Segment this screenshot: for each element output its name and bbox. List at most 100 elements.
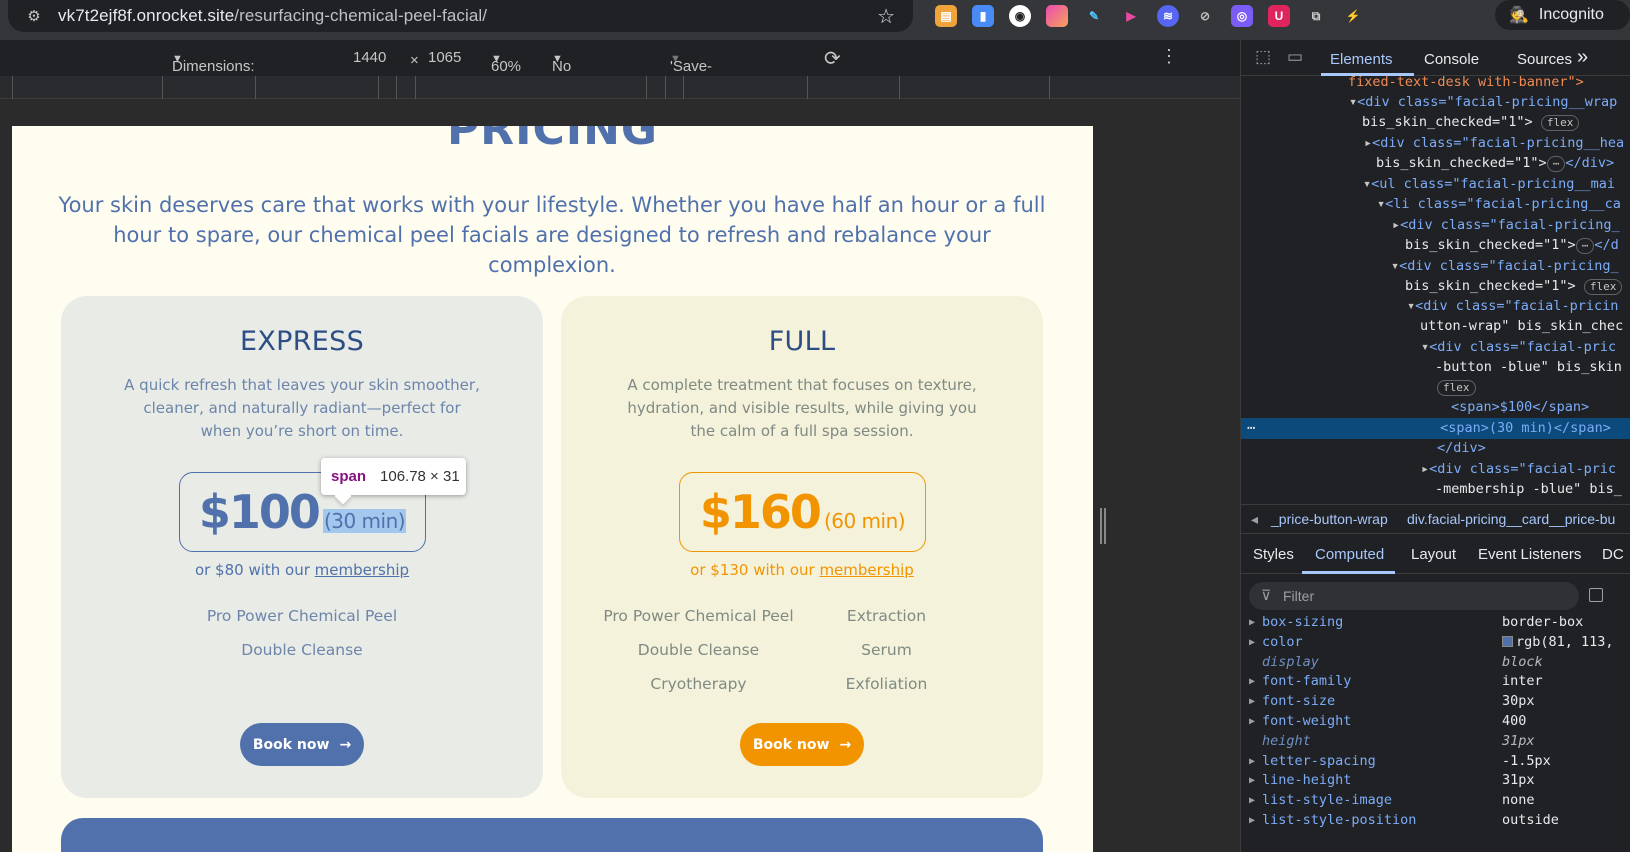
computed-property-row[interactable]: ▶ letter-spacing -1.5px [1241, 753, 1630, 773]
computed-property-row[interactable]: ▶ color rgb(81, 113, [1241, 634, 1630, 654]
performance-icon[interactable]: ⚡ [1342, 5, 1364, 27]
dom-node-selected[interactable]: ⋯ <span>(30 min)</span> [1241, 418, 1630, 439]
expand-triangle-icon[interactable]: ▶ [1249, 775, 1255, 786]
subtab-event-listeners[interactable]: Event Listeners [1478, 546, 1581, 563]
dom-node[interactable]: ▾<div class="facial-pricin [1407, 296, 1618, 317]
rotate-icon[interactable]: ⟳ [824, 46, 841, 71]
membership-link[interactable]: membership [819, 561, 913, 579]
expand-triangle-icon[interactable]: ▶ [1249, 676, 1255, 687]
expand-triangle-icon[interactable]: ▶ [1249, 617, 1255, 628]
dom-node[interactable]: fixed-text-desk with-banner"> [1348, 76, 1584, 93]
show-all-checkbox[interactable] [1589, 588, 1603, 602]
computed-filter-input[interactable]: ⊽ Filter [1249, 582, 1579, 610]
breadcrumb-item[interactable]: _price-button-wrap [1271, 511, 1388, 527]
dom-node[interactable]: utton-wrap" bis_skin_chec [1420, 316, 1623, 337]
expand-triangle-icon[interactable]: ▶ [1249, 637, 1255, 648]
dom-node[interactable]: -button -blue" bis_skin [1435, 357, 1622, 378]
subtab-styles[interactable]: Styles [1253, 546, 1294, 563]
device-toggle-icon[interactable]: ▭ [1287, 47, 1309, 69]
zoom-select[interactable]: 60% ▼ [491, 49, 521, 75]
expand-triangle-icon[interactable]: ▶ [1249, 696, 1255, 707]
flex-badge[interactable]: flex [1583, 279, 1623, 295]
computed-property-row[interactable]: ▶ font-size 30px [1241, 693, 1630, 713]
color-picker-icon[interactable]: ✎ [1083, 5, 1105, 27]
membership-link[interactable]: membership [315, 561, 409, 579]
expand-triangle-icon[interactable]: ▶ [1249, 815, 1255, 826]
dom-node[interactable]: -membership -blue" bis_ [1435, 479, 1622, 500]
dom-node[interactable]: ▾<div class="facial-pric [1421, 337, 1616, 358]
dom-node[interactable]: ▾<div class="facial-pricing__wrap [1349, 92, 1617, 113]
computed-property-row[interactable]: ▶ line-height 31px [1241, 772, 1630, 792]
computed-property-value: border-box [1502, 614, 1583, 630]
url-text[interactable]: vk7t2ejf8f.onrocket.site/resurfacing-che… [58, 6, 487, 26]
video-extension-icon[interactable]: ▶ [1120, 5, 1142, 27]
media-query-ruler[interactable] [0, 76, 1240, 99]
tab-console[interactable]: Console [1424, 51, 1479, 68]
inspect-element-icon[interactable]: ⬚ [1255, 47, 1277, 69]
extension-icon-3[interactable]: ◉ [1009, 5, 1031, 27]
extension-icon-9[interactable]: ◎ [1231, 5, 1253, 27]
tab-sources[interactable]: Sources [1517, 51, 1572, 68]
dom-node[interactable]: bis_skin_checked="1"> flex [1362, 112, 1580, 133]
flex-badge[interactable]: flex [1540, 115, 1580, 131]
extension-icon-2[interactable]: ▮ [972, 5, 994, 27]
more-options-icon[interactable]: ⋮ [1160, 46, 1178, 67]
dimensions-select[interactable]: Dimensions: Responsive ▼ [172, 49, 255, 92]
more-tabs-icon[interactable]: » [1577, 46, 1588, 69]
computed-property-row[interactable]: ▶ list-style-position outside [1241, 812, 1630, 832]
computed-property-row[interactable]: display block [1241, 654, 1630, 674]
dom-node[interactable]: ▾<li class="facial-pricing__ca [1377, 194, 1621, 215]
computed-property-row[interactable]: ▶ font-family inter [1241, 673, 1630, 693]
device-toolbar: Dimensions: Responsive ▼ 1440 × 1065 60%… [0, 40, 1240, 109]
book-now-button[interactable]: Book now → [740, 723, 864, 766]
shield-extension-icon[interactable]: U [1268, 5, 1290, 27]
dom-node[interactable]: ▸<div class="facial-pricing__hea [1364, 133, 1624, 154]
computed-property-row[interactable]: ▶ list-style-image none [1241, 792, 1630, 812]
computed-property-row[interactable]: ▶ font-weight 400 [1241, 713, 1630, 733]
dom-node[interactable]: ▾<div class="facial-pricing_ [1391, 256, 1619, 277]
dom-node[interactable]: ▾<ul class="facial-pricing__mai [1363, 174, 1615, 195]
site-settings-icon[interactable]: ⚙ [24, 6, 44, 26]
dom-node[interactable]: bis_skin_checked="1"> ⋯ </div> [1376, 153, 1614, 174]
book-now-button[interactable]: Book now → [240, 723, 364, 766]
viewport-width-input[interactable]: 1440 [353, 49, 386, 66]
dom-node[interactable]: flex [1437, 377, 1476, 398]
subtab-dom-breakpoints[interactable]: DC [1602, 546, 1624, 563]
extensions-puzzle-icon[interactable]: ⧉ [1305, 5, 1327, 27]
price-button[interactable]: $160 (60 min) [679, 472, 926, 552]
computed-property-row[interactable]: height 31px [1241, 733, 1630, 753]
expand-triangle-icon[interactable]: ▶ [1249, 716, 1255, 727]
incognito-icon: 🕵 [1509, 7, 1529, 24]
color-swatch[interactable] [1502, 635, 1513, 647]
dom-node[interactable]: </div> [1437, 438, 1486, 459]
address-bar[interactable]: ⚙ vk7t2ejf8f.onrocket.site/resurfacing-c… [8, 0, 913, 32]
throttling-select[interactable]: No throttling ▼ [552, 49, 610, 92]
flex-badge[interactable]: flex [1437, 380, 1476, 396]
dom-node[interactable]: bis_skin_checked="1"> ⋯ </d [1405, 235, 1619, 256]
compass-icon[interactable]: ⊘ [1194, 5, 1216, 27]
dom-node[interactable]: ▸<div class="facial-pricing_ [1392, 215, 1620, 236]
computed-property-name: font-family [1262, 673, 1352, 690]
subtab-layout[interactable]: Layout [1411, 546, 1456, 563]
tab-elements[interactable]: Elements [1330, 51, 1393, 68]
incognito-badge[interactable]: 🕵 Incognito [1495, 0, 1630, 30]
bookmark-star-icon[interactable]: ☆ [877, 4, 895, 29]
chevron-left-icon[interactable]: ◂ [1251, 511, 1258, 528]
computed-property-row[interactable]: ▶ box-sizing border-box [1241, 614, 1630, 634]
expand-triangle-icon[interactable]: ▶ [1249, 795, 1255, 806]
viewport-height-input[interactable]: 1065 [428, 49, 461, 66]
extension-icon-7[interactable]: ≋ [1157, 5, 1179, 27]
dom-node[interactable]: bis_skin_checked="1"> flex [1405, 276, 1623, 297]
feature-item: Exfoliation [845, 675, 928, 693]
extension-icon-1[interactable]: ▤ [935, 5, 957, 27]
computed-value-text: 400 [1502, 713, 1527, 729]
dom-node[interactable]: ▸<div class="facial-pric [1421, 459, 1616, 480]
subtab-computed[interactable]: Computed [1315, 546, 1384, 563]
resize-handle[interactable] [1100, 508, 1106, 544]
dom-node[interactable]: <span>$100</span> [1451, 397, 1589, 418]
save-data-select[interactable]: 'Save-Data': default ▼ [670, 49, 715, 109]
expand-triangle-icon[interactable]: ▶ [1249, 756, 1255, 767]
computed-property-value: block [1502, 654, 1543, 670]
breadcrumb-item[interactable]: div.facial-pricing__card__price-bu [1407, 511, 1615, 527]
extension-icon-4[interactable] [1046, 5, 1068, 27]
